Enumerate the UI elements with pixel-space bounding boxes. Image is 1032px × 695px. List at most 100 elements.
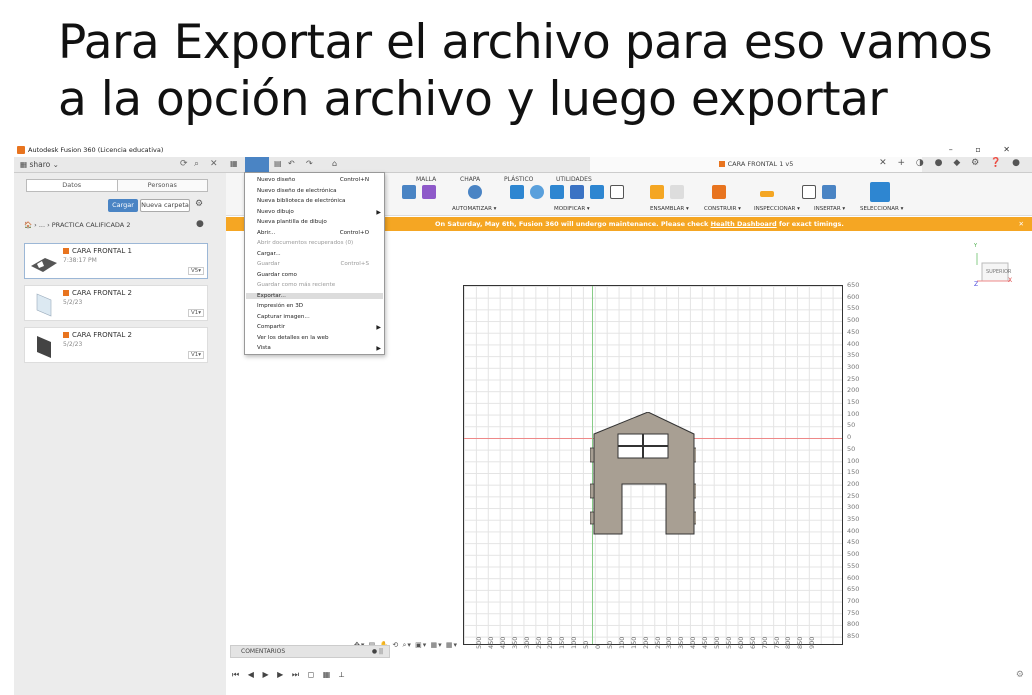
x-tick-label: 300 — [665, 636, 674, 649]
account-icons[interactable]: ✕ + ◑ ● ◆ ⚙ ❓ ● — [879, 158, 1024, 168]
y-tick-label: 750 — [847, 608, 860, 617]
comments-panel[interactable]: COMENTARIOS ● || — [230, 645, 390, 658]
offset-plane-icon[interactable] — [712, 185, 726, 199]
tab-chapa[interactable]: CHAPA — [460, 176, 480, 183]
window-titlebar: Autodesk Fusion 360 (Licencia educativa)… — [14, 144, 1032, 157]
file-menu-item[interactable]: Cargar... — [257, 251, 383, 257]
file-menu-item[interactable]: Nuevo diseño Control+N — [257, 177, 383, 183]
file-card[interactable]: CARA FRONTAL 1 7:38:17 PM V5▾ — [24, 243, 208, 279]
house-sketch-model[interactable] — [590, 412, 696, 536]
team-icon[interactable]: ● — [196, 219, 204, 229]
group-construir[interactable]: CONSTRUIR ▾ — [704, 206, 741, 212]
file-menu-item[interactable]: Nueva plantilla de dibujo — [257, 219, 383, 225]
upload-button[interactable]: Cargar — [108, 199, 138, 212]
file-name: CARA FRONTAL 2 — [63, 289, 132, 297]
file-date: 5/2/23 — [63, 341, 83, 348]
x-tick-label: 100 — [570, 636, 579, 649]
close-icon[interactable]: ✕ — [210, 159, 218, 169]
breadcrumb[interactable]: 🏠 › ... › PRACTICA CALIFICADA 2 — [24, 221, 130, 229]
y-tick-label: 650 — [847, 585, 860, 594]
y-tick-label: 250 — [847, 491, 860, 500]
window-controls[interactable]: – ▫ ✕ — [949, 145, 1020, 154]
press-pull-icon[interactable] — [510, 185, 524, 199]
file-card[interactable]: CARA FRONTAL 2 5/2/23 V1▾ — [24, 285, 208, 321]
tab-personas[interactable]: Personas — [118, 180, 208, 191]
comments-toggle-icon[interactable]: ● || — [372, 646, 383, 657]
version-badge[interactable]: V1▾ — [187, 351, 204, 359]
file-menu-item[interactable]: Nueva biblioteca de electrónica — [257, 198, 383, 204]
insert-mesh-icon[interactable] — [802, 185, 816, 199]
tab-malla[interactable]: MALLA — [416, 176, 436, 183]
fillet-icon[interactable] — [530, 185, 544, 199]
save-icon[interactable]: ▤ — [274, 159, 282, 168]
y-tick-label: 150 — [847, 398, 860, 406]
viewcube-face: SUPERIOR — [986, 269, 1012, 275]
file-card[interactable]: CARA FRONTAL 2 5/2/23 V1▾ — [24, 327, 208, 363]
viewcube-axis-z: Z — [974, 281, 979, 288]
grid-menu-icon[interactable]: ▦ — [230, 159, 238, 168]
file-menu-item[interactable]: Capturar imagen... — [257, 314, 383, 320]
joint-icon[interactable] — [670, 185, 684, 199]
combine-icon[interactable] — [590, 185, 604, 199]
group-insertar[interactable]: INSERTAR ▾ — [814, 206, 845, 212]
home-icon[interactable]: ⌂ — [332, 159, 337, 168]
file-menu-item[interactable]: Guardar como — [257, 272, 383, 278]
select-icon[interactable] — [870, 182, 890, 202]
search-icon[interactable]: ⌕ — [194, 159, 199, 169]
redo-icon[interactable]: ↷ — [306, 159, 313, 168]
timeline-settings-icon[interactable]: ⚙ — [1016, 670, 1024, 680]
file-menu-item[interactable]: Impresión en 3D — [257, 303, 383, 309]
x-tick-label: 400 — [689, 636, 698, 649]
file-menu-item[interactable]: Exportar... — [246, 292, 383, 299]
file-menu-item[interactable]: Ver los detalles en la web — [257, 335, 383, 341]
group-automatizar[interactable]: AUTOMATIZAR ▾ — [452, 206, 496, 212]
menu-item-label: Nueva plantilla de dibujo — [257, 219, 327, 225]
file-menu-item[interactable]: Compartir ▶ — [257, 324, 383, 331]
x-tick-label: 650 — [748, 636, 757, 649]
x-tick-label: 750 — [772, 636, 781, 649]
form-icon[interactable] — [422, 185, 436, 199]
y-tick-label: 100 — [847, 409, 860, 418]
file-menu-item[interactable]: Nuevo diseño de electrónica — [257, 188, 383, 194]
new-folder-button[interactable]: Nueva carpeta — [140, 199, 190, 212]
sketch-grid — [463, 285, 843, 645]
undo-icon[interactable]: ↶ — [288, 159, 295, 168]
menu-item-label: Nuevo diseño de electrónica — [257, 187, 337, 194]
refresh-icon[interactable]: ⟳ — [180, 159, 188, 169]
timeline-controls[interactable]: ⏮ ◀ ▶ ▶ ⏭ ◻ ▦ ⟂ — [232, 670, 347, 680]
menu-item-label: Ver los detalles en la web — [257, 334, 329, 341]
version-badge[interactable]: V1▾ — [187, 309, 204, 317]
file-menu-button[interactable] — [245, 157, 269, 172]
automate-icon[interactable] — [468, 185, 482, 199]
sketch-icon[interactable] — [402, 185, 416, 199]
file-menu-item[interactable]: Abrir... Control+O — [257, 230, 383, 236]
group-ensamblar[interactable]: ENSAMBLAR ▾ — [650, 206, 689, 212]
tab-plastico[interactable]: PLÁSTICO — [504, 176, 533, 183]
settings-icon[interactable]: ⚙ — [195, 199, 203, 209]
menu-item-label: Abrir... — [257, 229, 276, 236]
move-icon[interactable] — [610, 185, 624, 199]
y-tick-label: 0 — [847, 433, 852, 442]
y-tick-label: 650 — [847, 281, 860, 289]
version-badge[interactable]: V5▾ — [187, 267, 204, 275]
new-component-icon[interactable] — [650, 185, 664, 199]
measure-icon[interactable] — [760, 191, 774, 197]
x-tick-label: 400 — [498, 636, 507, 649]
chamfer-icon[interactable] — [550, 185, 564, 199]
file-date: 7:38:17 PM — [63, 257, 97, 264]
tab-utilidades[interactable]: UTILIDADES — [556, 176, 592, 183]
viewcube[interactable]: SUPERIOR Y X Z — [974, 243, 1012, 289]
document-tab[interactable]: CARA FRONTAL 1 v5 — [590, 157, 922, 172]
banner-close-button[interactable]: ✕ — [1019, 217, 1024, 231]
group-inspeccionar[interactable]: INSPECCIONAR ▾ — [754, 206, 800, 212]
shell-icon[interactable] — [570, 185, 584, 199]
group-modificar[interactable]: MODIFICAR ▾ — [554, 206, 590, 212]
file-menu-item[interactable]: Nuevo dibujo ▶ — [257, 209, 383, 216]
insert-image-icon[interactable] — [822, 185, 836, 199]
tab-datos[interactable]: Datos — [27, 180, 118, 191]
user-menu[interactable]: ▦ sharo ⌄ — [20, 160, 59, 169]
health-dashboard-link[interactable]: Health Dashboard — [711, 220, 777, 228]
file-menu-item[interactable]: Vista ▶ — [257, 345, 383, 352]
x-tick-label: 250 — [534, 636, 543, 649]
group-seleccionar[interactable]: SELECCIONAR ▾ — [860, 206, 903, 212]
